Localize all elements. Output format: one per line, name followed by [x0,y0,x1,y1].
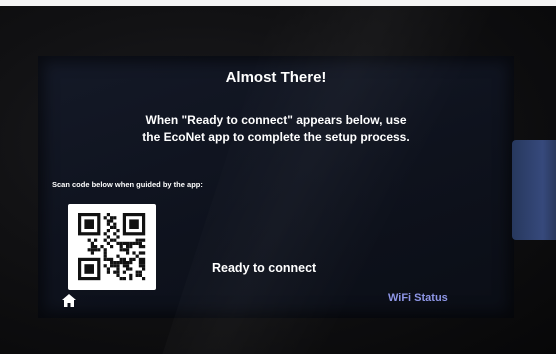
page-title: Almost There! [225,69,327,86]
qr-code [68,204,156,290]
photo-border [0,0,556,6]
wifi-status-button[interactable]: WiFi Status [388,292,448,304]
instruction-line-1: When "Ready to connect" appears below, u… [145,113,407,127]
home-icon[interactable] [62,294,76,307]
display-screen: Almost There! When "Ready to connect" ap… [38,56,514,318]
thermostat-device: Almost There! When "Ready to connect" ap… [0,0,556,354]
connection-status: Ready to connect [212,261,317,275]
qr-code-graphic [78,213,146,281]
instruction-line-2: the EcoNet app to complete the setup pro… [142,130,410,144]
setup-instructions: When "Ready to connect" appears below, u… [76,112,476,146]
scan-label: Scan code below when guided by the app: [52,180,203,189]
side-panel-glow [512,140,556,240]
